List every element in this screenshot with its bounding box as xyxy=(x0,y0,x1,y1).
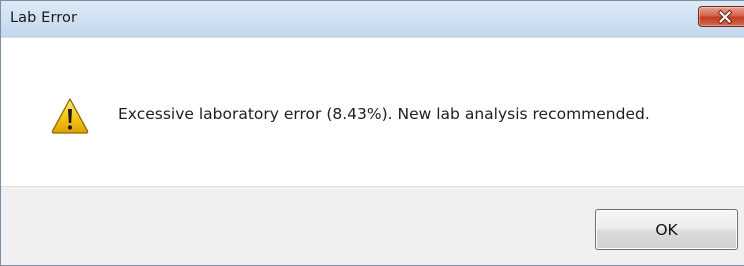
window-title: Lab Error xyxy=(10,10,78,26)
error-message: Excessive laboratory error (8.43%). New … xyxy=(118,105,650,123)
close-icon xyxy=(717,9,733,25)
button-bar: OK xyxy=(1,186,744,265)
warning-icon xyxy=(51,98,89,134)
message-area: Excessive laboratory error (8.43%). New … xyxy=(1,37,744,186)
ok-button[interactable]: OK xyxy=(595,209,738,250)
lab-error-dialog: Lab Error Excessive laboratory error (8.… xyxy=(0,0,744,266)
title-bar[interactable]: Lab Error xyxy=(1,1,744,37)
close-button[interactable] xyxy=(698,6,744,27)
